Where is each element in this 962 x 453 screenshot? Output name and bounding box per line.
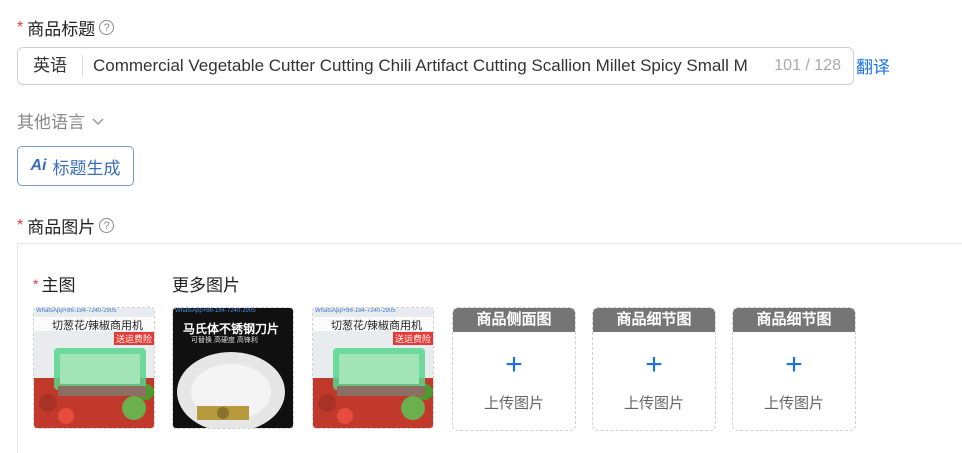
more-image-thumbnail[interactable]: 切葱花/辣椒商用机 送运费险 WhatsApp+86-184-7240-2905 <box>312 307 434 429</box>
title-input[interactable]: Commercial Vegetable Cutter Cutting Chil… <box>83 56 768 76</box>
other-languages-label: 其他语言 <box>17 113 85 132</box>
chevron-down-icon <box>92 117 104 125</box>
upload-detail-image-slot[interactable]: 商品细节图 + 上传图片 <box>732 307 856 431</box>
thumbnail-badge: 送运费险 <box>114 332 154 345</box>
upload-slot-text: 上传图片 <box>623 395 684 412</box>
main-image-thumbnail[interactable]: 切葱花/辣椒商用机 送运费险 WhatsApp+86-184-7240-2905 <box>33 307 155 429</box>
plus-icon: + <box>645 348 663 381</box>
help-icon[interactable]: ? <box>99 218 115 233</box>
main-image-label: 主图 <box>41 276 76 295</box>
required-mark: * <box>33 275 39 292</box>
help-icon[interactable]: ? <box>99 20 115 35</box>
plus-icon: + <box>785 348 803 381</box>
thumbnail-subtitle: 可替换 高硬度 高锋利 <box>191 337 258 344</box>
upload-slot-text: 上传图片 <box>483 395 544 412</box>
upload-slot-header: 商品细节图 <box>733 308 855 332</box>
other-languages-toggle[interactable]: 其他语言 <box>17 108 105 133</box>
upload-slot-header: 商品侧面图 <box>453 308 575 332</box>
required-mark: * <box>17 18 24 36</box>
upload-side-image-slot[interactable]: 商品侧面图 + 上传图片 <box>452 307 576 431</box>
image-label-row: * 商品图片 ? <box>17 213 115 238</box>
thumbnail-watermark: WhatsApp+86-184-7240-2905 <box>315 308 396 314</box>
thumbnail-watermark: WhatsApp+86-184-7240-2905 <box>175 308 256 314</box>
more-image-thumbnail[interactable]: 马氏体不锈钢刀片 可替换 高硬度 高锋利 WhatsApp+86-184-724… <box>172 307 294 429</box>
image-label: 商品图片 <box>27 218 96 237</box>
ai-button-label: 标题生成 <box>52 158 121 178</box>
upload-detail-image-slot[interactable]: 商品细节图 + 上传图片 <box>592 307 716 431</box>
upload-slot-text: 上传图片 <box>763 395 824 412</box>
title-input-field[interactable]: 英语 Commercial Vegetable Cutter Cutting C… <box>17 47 854 85</box>
thumbnail-badge: 送运费险 <box>393 332 433 345</box>
plus-icon: + <box>505 348 523 381</box>
upload-slot-header: 商品细节图 <box>593 308 715 332</box>
more-images-label: 更多图片 <box>172 276 240 295</box>
required-mark: * <box>17 216 24 234</box>
title-label: 商品标题 <box>27 20 96 39</box>
main-image-label-row: * 主图 <box>33 271 75 296</box>
thumbnail-banner: 切葱花/辣椒商用机 <box>331 320 423 332</box>
char-counter: 101 / 128 <box>774 57 841 74</box>
thumbnail-banner: 切葱花/辣椒商用机 <box>52 320 144 332</box>
language-tag: 英语 <box>18 55 83 77</box>
ai-icon: Ai <box>30 157 47 174</box>
translate-link[interactable]: 翻译 <box>856 53 890 78</box>
title-label-row: * 商品标题 ? <box>17 15 115 40</box>
ai-title-generate-button[interactable]: Ai 标题生成 <box>17 146 134 186</box>
thumbnail-watermark: WhatsApp+86-184-7240-2905 <box>36 308 117 314</box>
